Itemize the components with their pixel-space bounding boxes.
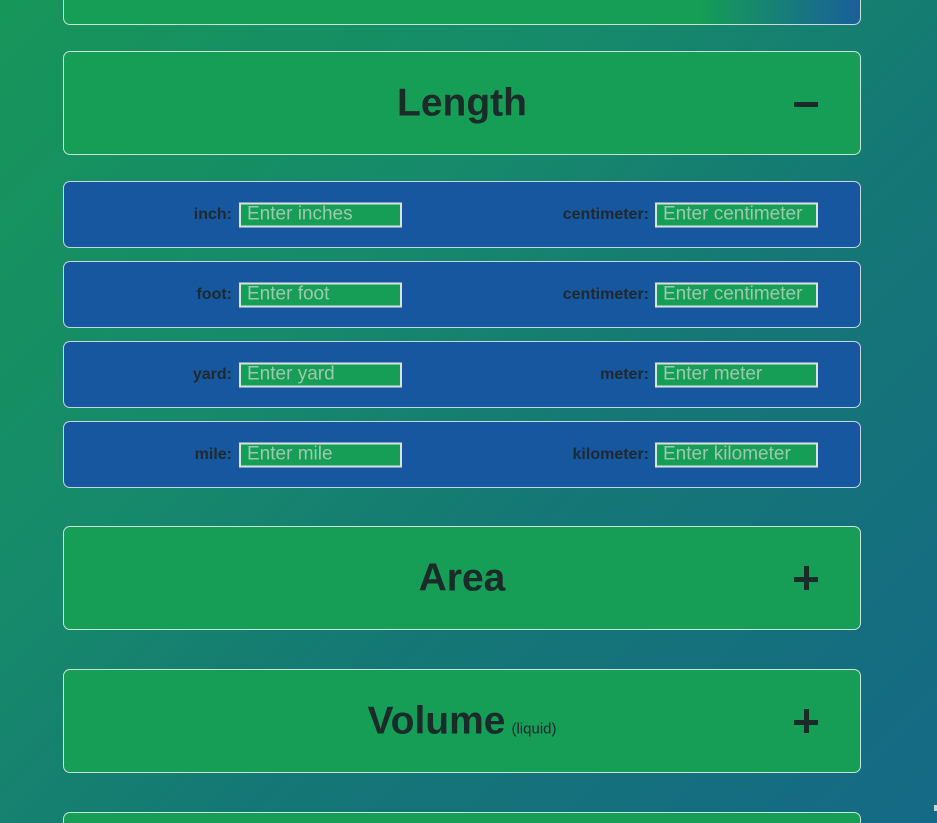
area-section-title: Area bbox=[418, 556, 506, 600]
inch-input[interactable] bbox=[239, 202, 402, 227]
centimeter-label: centimeter: bbox=[562, 285, 649, 303]
expand-icon[interactable] bbox=[792, 564, 820, 592]
area-section-header[interactable]: Area bbox=[63, 526, 861, 630]
meter-label: meter: bbox=[600, 365, 649, 383]
yard-label: yard: bbox=[192, 365, 232, 383]
centimeter-label: centimeter: bbox=[562, 205, 649, 223]
volume-section-header[interactable]: Volume (liquid) bbox=[63, 669, 861, 773]
centimeter-input[interactable] bbox=[655, 282, 818, 307]
conversion-row-mile-kilometer: mile: kilometer: bbox=[63, 421, 861, 488]
inch-label: inch: bbox=[193, 205, 232, 223]
kilometer-input[interactable] bbox=[655, 442, 818, 467]
volume-section-subtitle: (liquid) bbox=[511, 720, 557, 738]
yard-input[interactable] bbox=[239, 362, 402, 387]
next-section-panel bbox=[63, 812, 861, 823]
mile-input[interactable] bbox=[239, 442, 402, 467]
kilometer-label: kilometer: bbox=[572, 445, 649, 463]
length-section-header[interactable]: Length bbox=[63, 51, 861, 155]
conversion-row-inch-centimeter: inch: centimeter: bbox=[63, 181, 861, 248]
volume-section-title: Volume bbox=[367, 699, 506, 743]
length-section-title: Length bbox=[397, 81, 527, 125]
mile-label: mile: bbox=[194, 445, 232, 463]
meter-input[interactable] bbox=[655, 362, 818, 387]
foot-input[interactable] bbox=[239, 282, 402, 307]
conversion-row-yard-meter: yard: meter: bbox=[63, 341, 861, 408]
volume-section-title-wrap: Volume (liquid) bbox=[64, 702, 860, 741]
centimeter-input[interactable] bbox=[655, 202, 818, 227]
collapse-icon[interactable] bbox=[792, 89, 820, 117]
foot-label: foot: bbox=[196, 285, 232, 303]
conversion-row-foot-centimeter: foot: centimeter: bbox=[63, 261, 861, 328]
previous-section-panel bbox=[63, 0, 861, 25]
expand-icon[interactable] bbox=[792, 707, 820, 735]
